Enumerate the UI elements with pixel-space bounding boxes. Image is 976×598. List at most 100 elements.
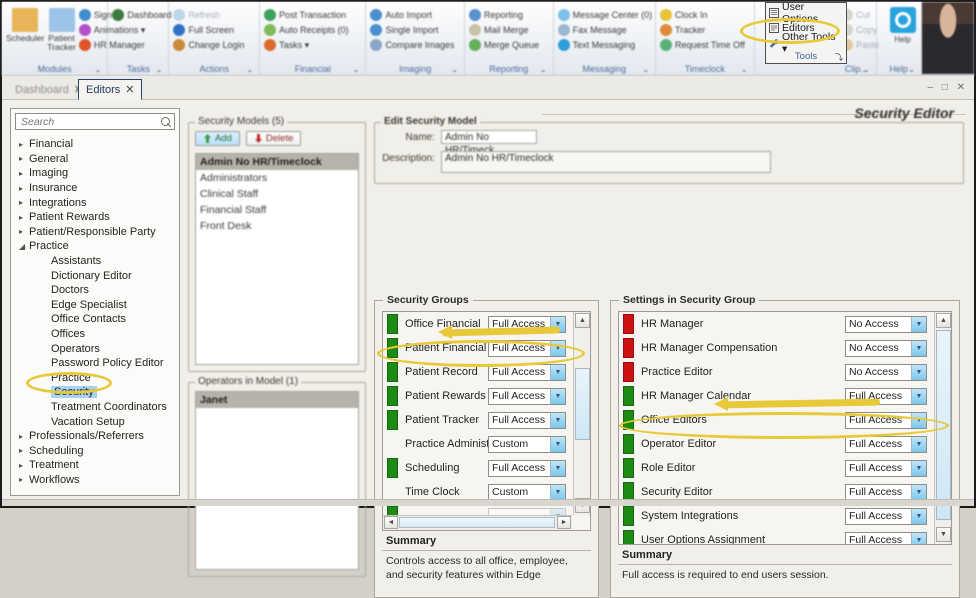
auto-import-button[interactable]: Auto Import: [370, 9, 454, 21]
scroll-up-icon[interactable]: ▲: [936, 313, 951, 328]
sidebar-item-vacation-setup[interactable]: Vacation Setup: [11, 414, 179, 429]
other-tools-button[interactable]: Other Tools ▾: [769, 35, 843, 50]
dialog-launcher-icon[interactable]: ⌄: [353, 65, 360, 74]
security-model-list-item[interactable]: Admin No HR/Timeclock: [196, 154, 358, 170]
chevron-down-icon[interactable]: ▼: [911, 413, 926, 428]
description-field[interactable]: Admin No HR/Timeclock: [441, 151, 771, 173]
access-level-dropdown[interactable]: Full Access▼: [488, 460, 566, 477]
sidebar-item-general[interactable]: ▸General: [11, 152, 179, 167]
access-row[interactable]: Role EditorFull Access▼: [619, 456, 933, 480]
calendar-button[interactable]: Scheduler: [6, 6, 44, 43]
clipboard-button[interactable]: Patient Tracker: [47, 6, 76, 52]
access-level-dropdown[interactable]: ▼: [488, 508, 566, 516]
scroll-thumb[interactable]: [575, 368, 590, 440]
fax-message-button[interactable]: Fax Message: [558, 24, 653, 36]
fullscreen-button[interactable]: Full Screen: [173, 24, 244, 36]
expander-icon[interactable]: ▸: [19, 475, 29, 484]
compare-images-button[interactable]: Compare Images: [370, 39, 454, 51]
scroll-thumb[interactable]: [936, 330, 951, 520]
mail-merge-button[interactable]: Mail Merge: [469, 24, 539, 36]
user-options-button[interactable]: User Options: [769, 5, 843, 20]
text-messaging-button[interactable]: Text Messaging: [558, 39, 653, 51]
sidebar-item-security[interactable]: Security: [11, 385, 179, 400]
tab-editors[interactable]: Editors ✕: [78, 79, 142, 100]
access-row[interactable]: Practice EditorNo Access▼: [619, 360, 933, 384]
dialog-launcher-icon[interactable]: ⌄: [642, 65, 649, 74]
search-icon[interactable]: [160, 116, 172, 128]
dashboard-button[interactable]: Dashboard: [112, 9, 171, 21]
chevron-down-icon[interactable]: ▼: [550, 437, 565, 452]
sidebar-item-scheduling[interactable]: ▸Scheduling: [11, 443, 179, 458]
access-level-dropdown[interactable]: Full Access▼: [845, 460, 927, 477]
dialog-launcher-icon[interactable]: ⌄: [540, 65, 547, 74]
sidebar-item-insurance[interactable]: ▸Insurance: [11, 181, 179, 196]
scroll-down-icon[interactable]: ▼: [936, 527, 951, 542]
sidebar-item-operators[interactable]: Operators: [11, 341, 179, 356]
sidebar-item-password-policy-editor[interactable]: Password Policy Editor: [11, 356, 179, 371]
chevron-down-icon[interactable]: ▼: [911, 365, 926, 380]
sidebar-item-edge-specialist[interactable]: Edge Specialist: [11, 298, 179, 313]
message-center-button[interactable]: Message Center (0): [558, 9, 653, 21]
scroll-up-icon[interactable]: ▲: [575, 313, 590, 328]
security-model-list-item[interactable]: Administrators: [196, 170, 358, 186]
access-row[interactable]: Patient RewardsFull Access▼: [383, 384, 572, 408]
access-row[interactable]: Patient FinancialFull Access▼: [383, 336, 572, 360]
sidebar-item-doctors[interactable]: Doctors: [11, 283, 179, 298]
sidebar-item-integrations[interactable]: ▸Integrations: [11, 195, 179, 210]
reporting-button[interactable]: Reporting: [469, 9, 539, 21]
sidebar-item-treatment[interactable]: ▸Treatment: [11, 458, 179, 473]
chevron-down-icon[interactable]: ▼: [550, 461, 565, 476]
auto-receipts-button[interactable]: Auto Receipts (0): [264, 24, 349, 36]
access-level-dropdown[interactable]: Full Access▼: [488, 364, 566, 381]
sidebar-item-dictionary-editor[interactable]: Dictionary Editor: [11, 268, 179, 283]
expander-icon[interactable]: ▸: [19, 140, 29, 149]
security-model-list-item[interactable]: Front Desk: [196, 218, 358, 234]
access-row[interactable]: Patient TrackerFull Access▼: [383, 408, 572, 432]
tasks-button[interactable]: Tasks ▾: [264, 39, 349, 51]
access-level-dropdown[interactable]: Full Access▼: [488, 412, 566, 429]
dialog-launcher-icon[interactable]: ⌄: [246, 65, 253, 74]
clock-in-button[interactable]: Clock In: [660, 9, 745, 21]
expander-icon[interactable]: ▸: [19, 446, 29, 455]
access-row[interactable]: HR ManagerNo Access▼: [619, 312, 933, 336]
chevron-down-icon[interactable]: ▼: [911, 389, 926, 404]
scroll-right-icon[interactable]: ►: [557, 516, 571, 529]
access-level-dropdown[interactable]: Custom▼: [488, 484, 566, 501]
expander-icon[interactable]: ▸: [19, 184, 29, 193]
operators-list[interactable]: Janet: [195, 391, 359, 570]
sidebar-item-offices[interactable]: Offices: [11, 327, 179, 342]
scroll-left-icon[interactable]: ◄: [384, 516, 398, 529]
dialog-launcher-icon[interactable]: ⌄: [451, 65, 458, 74]
delete-model-button[interactable]: Delete: [246, 131, 301, 146]
expander-icon[interactable]: ▸: [19, 227, 29, 236]
expander-icon[interactable]: ◢: [19, 242, 29, 251]
tracker-button[interactable]: Tracker: [660, 24, 745, 36]
access-level-dropdown[interactable]: No Access▼: [845, 316, 927, 333]
access-level-dropdown[interactable]: Full Access▼: [488, 388, 566, 405]
refresh-button[interactable]: Refresh: [173, 9, 244, 21]
operator-list-item[interactable]: Janet: [196, 392, 358, 408]
sidebar-item-workflows[interactable]: ▸Workflows: [11, 473, 179, 488]
access-row[interactable]: Practice AdministrationCustom▼: [383, 432, 572, 456]
name-field[interactable]: Admin No HR/Timeck: [441, 130, 537, 144]
security-groups-hscrollbar[interactable]: ◄ ►: [383, 515, 572, 530]
post-transaction-button[interactable]: Post Transaction: [264, 9, 349, 21]
merge-queue-button[interactable]: Merge Queue: [469, 39, 539, 51]
access-level-dropdown[interactable]: Full Access▼: [845, 436, 927, 453]
chevron-down-icon[interactable]: ▼: [911, 533, 926, 545]
chevron-down-icon[interactable]: ▼: [550, 485, 565, 500]
access-level-dropdown[interactable]: No Access▼: [845, 364, 927, 381]
dialog-launcher-icon[interactable]: ⌄: [863, 65, 870, 74]
access-row[interactable]: SchedulingFull Access▼: [383, 456, 572, 480]
search-input[interactable]: [19, 115, 160, 129]
access-level-dropdown[interactable]: Full Access▼: [845, 484, 927, 501]
chevron-down-icon[interactable]: ▼: [911, 485, 926, 500]
chevron-down-icon[interactable]: ▼: [550, 413, 565, 428]
dialog-launcher-icon[interactable]: ⌄: [95, 65, 102, 74]
access-level-dropdown[interactable]: Full Access▼: [845, 532, 927, 545]
chevron-down-icon[interactable]: ▼: [550, 389, 565, 404]
request-time-off-button[interactable]: Request Time Off: [660, 39, 745, 51]
chevron-down-icon[interactable]: ▼: [550, 341, 565, 356]
expander-icon[interactable]: ▸: [19, 213, 29, 222]
sidebar-item-treatment-coordinators[interactable]: Treatment Coordinators: [11, 400, 179, 415]
